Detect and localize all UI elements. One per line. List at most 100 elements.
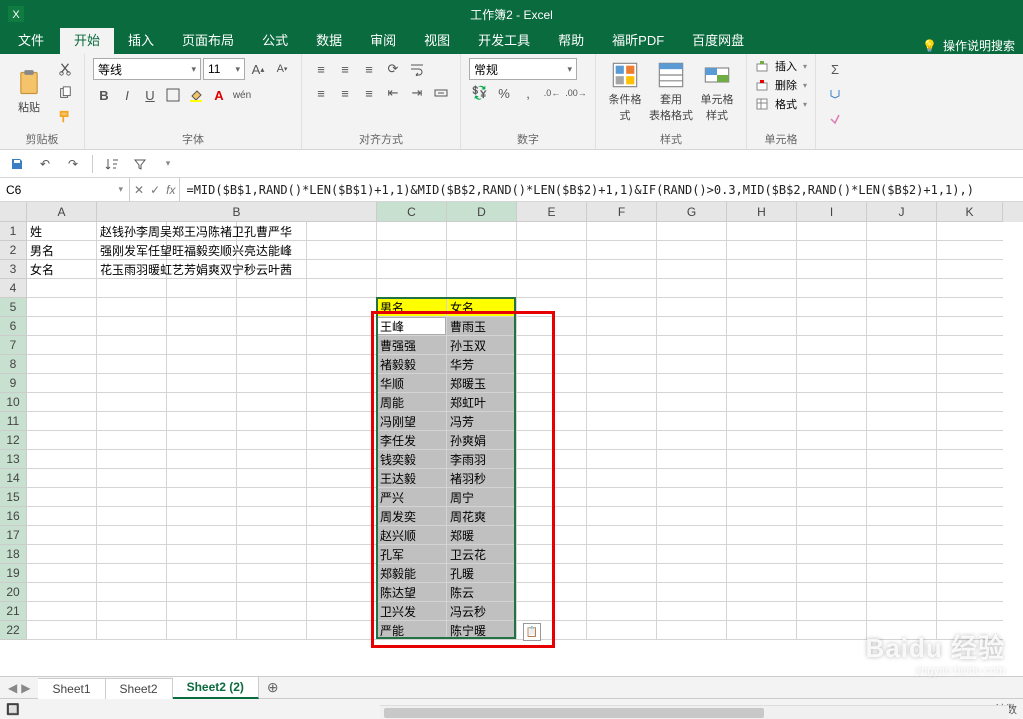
- col-header-I[interactable]: I: [797, 202, 867, 222]
- cell-C7[interactable]: 曹强强: [377, 336, 446, 354]
- font-name-combo[interactable]: 等线▾: [93, 58, 201, 80]
- row-header-8[interactable]: 8: [0, 355, 27, 374]
- cell-C10[interactable]: 周能: [377, 393, 446, 411]
- number-format-combo[interactable]: 常规▾: [469, 58, 577, 80]
- sheet-nav-next[interactable]: ▶: [21, 681, 30, 695]
- align-middle-button[interactable]: ≡: [334, 58, 356, 80]
- row-header-9[interactable]: 9: [0, 374, 27, 393]
- phonetic-button[interactable]: wén: [231, 84, 253, 106]
- filter-button[interactable]: [129, 153, 151, 175]
- row-header-20[interactable]: 20: [0, 583, 27, 602]
- row-header-6[interactable]: 6: [0, 317, 27, 336]
- cond-format-button[interactable]: 条件格式: [604, 58, 646, 126]
- redo-button[interactable]: ↷: [62, 153, 84, 175]
- delete-cells-button[interactable]: 删除▾: [755, 77, 807, 93]
- row-header-3[interactable]: 3: [0, 260, 27, 279]
- cell-C8[interactable]: 褚毅毅: [377, 355, 446, 373]
- cell-D12[interactable]: 孙爽娟: [447, 431, 516, 449]
- cell-D11[interactable]: 冯芳: [447, 412, 516, 430]
- enter-formula-icon[interactable]: ✓: [150, 183, 160, 197]
- comma-button[interactable]: ,: [517, 82, 539, 104]
- qat-customize-button[interactable]: ▾: [157, 153, 179, 175]
- cut-button[interactable]: [54, 58, 76, 80]
- row-header-13[interactable]: 13: [0, 450, 27, 469]
- fill-button[interactable]: [824, 83, 846, 105]
- formula-input[interactable]: =MID($B$1,RAND()*LEN($B$1)+1,1)&MID($B$2…: [180, 178, 1023, 201]
- cell-D18[interactable]: 卫云花: [447, 545, 516, 563]
- sheet-nav-prev[interactable]: ◀: [8, 681, 17, 695]
- cell-C14[interactable]: 王达毅: [377, 469, 446, 487]
- col-header-K[interactable]: K: [937, 202, 1003, 222]
- tab-layout[interactable]: 页面布局: [168, 25, 248, 54]
- clear-button[interactable]: [824, 108, 846, 130]
- cell-D16[interactable]: 周花爽: [447, 507, 516, 525]
- row-header-7[interactable]: 7: [0, 336, 27, 355]
- tab-review[interactable]: 审阅: [356, 25, 410, 54]
- spreadsheet-grid[interactable]: ABCDEFGHIJK 1234567891011121314151617181…: [0, 202, 1023, 676]
- cell-D14[interactable]: 褚羽秒: [447, 469, 516, 487]
- indent-left-button[interactable]: ⇤: [382, 82, 404, 104]
- row-header-2[interactable]: 2: [0, 241, 27, 260]
- cell-D10[interactable]: 郑虹叶: [447, 393, 516, 411]
- cell-D7[interactable]: 孙玉双: [447, 336, 516, 354]
- tab-help[interactable]: 帮助: [544, 25, 598, 54]
- cell-D6[interactable]: 曹雨玉: [447, 317, 516, 335]
- format-painter-button[interactable]: [54, 106, 76, 128]
- align-right-button[interactable]: ≡: [358, 82, 380, 104]
- cell-C16[interactable]: 周发奕: [377, 507, 446, 525]
- cell-B2[interactable]: 强刚发军任望旺福毅奕顺兴亮达能峰: [97, 241, 375, 259]
- orientation-button[interactable]: ⟳: [382, 58, 404, 80]
- dec-decimal-button[interactable]: .00→: [565, 82, 587, 104]
- col-header-G[interactable]: G: [657, 202, 727, 222]
- cell-C18[interactable]: 孔军: [377, 545, 446, 563]
- col-header-F[interactable]: F: [587, 202, 657, 222]
- align-bottom-button[interactable]: ≡: [358, 58, 380, 80]
- col-header-A[interactable]: A: [27, 202, 97, 222]
- undo-button[interactable]: ↶: [34, 153, 56, 175]
- cell-D9[interactable]: 郑暖玉: [447, 374, 516, 392]
- shrink-font-button[interactable]: A▾: [271, 58, 293, 80]
- col-header-J[interactable]: J: [867, 202, 937, 222]
- cell-C20[interactable]: 陈达望: [377, 583, 446, 601]
- row-header-15[interactable]: 15: [0, 488, 27, 507]
- col-header-H[interactable]: H: [727, 202, 797, 222]
- col-header-B[interactable]: B: [97, 202, 377, 222]
- cell-A3[interactable]: 女名: [27, 260, 96, 278]
- cancel-formula-icon[interactable]: ✕: [134, 183, 144, 197]
- align-center-button[interactable]: ≡: [334, 82, 356, 104]
- merge-button[interactable]: [430, 82, 452, 104]
- sheet-tab-sheet2(2)[interactable]: Sheet2 (2): [173, 677, 259, 699]
- tab-view[interactable]: 视图: [410, 25, 464, 54]
- cell-C17[interactable]: 赵兴顺: [377, 526, 446, 544]
- tell-me-label[interactable]: 操作说明搜索: [943, 37, 1015, 54]
- font-color-button[interactable]: A: [208, 84, 230, 106]
- inc-decimal-button[interactable]: .0←: [541, 82, 563, 104]
- fill-color-button[interactable]: [185, 84, 207, 106]
- align-left-button[interactable]: ≡: [310, 82, 332, 104]
- font-size-combo[interactable]: 11▾: [203, 58, 245, 80]
- cell-D8[interactable]: 华芳: [447, 355, 516, 373]
- row-header-10[interactable]: 10: [0, 393, 27, 412]
- wrap-text-button[interactable]: [406, 58, 428, 80]
- col-header-D[interactable]: D: [447, 202, 517, 222]
- tab-file[interactable]: 文件: [2, 25, 60, 54]
- fx-icon[interactable]: fx: [166, 183, 175, 197]
- cell-D17[interactable]: 郑暖: [447, 526, 516, 544]
- cell-C5[interactable]: 男名: [377, 298, 446, 316]
- row-header-5[interactable]: 5: [0, 298, 27, 317]
- paste-options-button[interactable]: 📋: [523, 623, 541, 641]
- row-header-12[interactable]: 12: [0, 431, 27, 450]
- cell-C15[interactable]: 严兴: [377, 488, 446, 506]
- row-header-17[interactable]: 17: [0, 526, 27, 545]
- tab-formulas[interactable]: 公式: [248, 25, 302, 54]
- tab-insert[interactable]: 插入: [114, 25, 168, 54]
- format-cells-button[interactable]: 格式▾: [755, 96, 807, 112]
- row-header-1[interactable]: 1: [0, 222, 27, 241]
- paste-button[interactable]: 粘贴: [8, 58, 50, 126]
- row-header-21[interactable]: 21: [0, 602, 27, 621]
- cell-C22[interactable]: 严能: [377, 621, 446, 639]
- cell-B3[interactable]: 花玉雨羽暖虹艺芳娟爽双宁秒云叶茜: [97, 260, 375, 278]
- cell-B1[interactable]: 赵钱孙李周吴郑王冯陈褚卫孔曹严华: [97, 222, 375, 240]
- cell-D21[interactable]: 冯云秒: [447, 602, 516, 620]
- bold-button[interactable]: B: [93, 84, 115, 106]
